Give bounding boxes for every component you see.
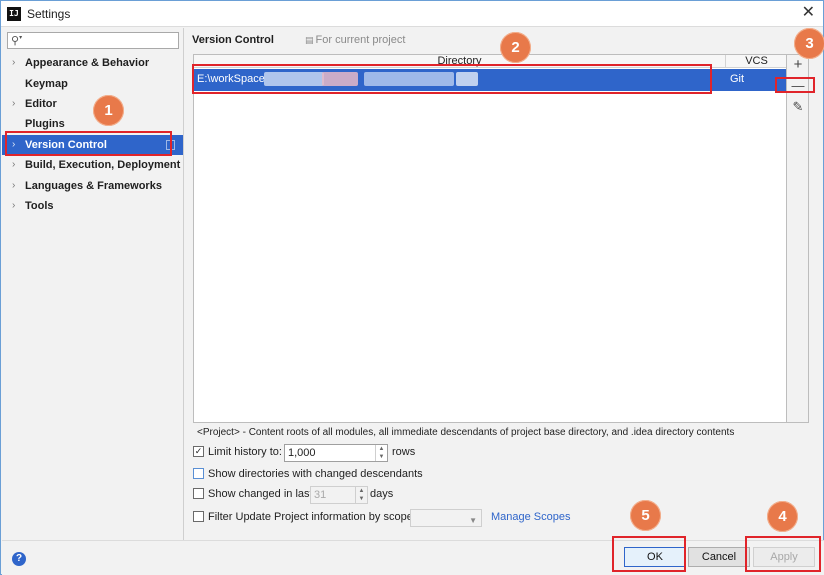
filter-update-option: Filter Update Project information by sco… (193, 509, 593, 527)
step-badge-2: 2 (500, 32, 531, 63)
scope-note-text: For current project (315, 34, 406, 46)
chevron-right-icon[interactable]: › (12, 155, 15, 175)
history-limit-spinner[interactable]: ▲ ▼ (284, 444, 388, 462)
spinner-down-icon[interactable]: ▼ (376, 453, 387, 461)
show-changed-checkbox[interactable] (193, 488, 204, 499)
sidebar-item-label: Appearance & Behavior (25, 57, 150, 69)
changed-days-spinner[interactable]: ▲ ▼ (310, 486, 368, 504)
redacted-region (322, 72, 358, 86)
sidebar-item-languages-frameworks[interactable]: › Languages & Frameworks (2, 176, 183, 196)
table-toolbar: + — ✎ (787, 54, 809, 423)
search-box[interactable]: ⚲▾ (7, 32, 179, 49)
column-header-directory[interactable]: Directory (194, 55, 726, 68)
scope-dropdown[interactable]: ▼ (410, 509, 482, 527)
step-badge-5: 5 (630, 500, 661, 531)
chevron-right-icon[interactable]: › (12, 196, 15, 216)
vcs-mappings-table[interactable]: Directory VCS E:\workSpace Git (193, 54, 787, 423)
redacted-region (456, 72, 478, 86)
step-badge-1: 1 (93, 95, 124, 126)
days-suffix: days (370, 488, 394, 500)
filter-update-label: Filter Update Project information by sco… (208, 511, 413, 523)
limit-history-label: Limit history to: (208, 446, 282, 458)
chevron-right-icon[interactable]: › (12, 94, 15, 114)
search-input[interactable] (28, 34, 176, 47)
sidebar-item-tools[interactable]: › Tools (2, 196, 183, 216)
step-badge-4: 4 (767, 501, 798, 532)
sidebar-item-appearance-behavior[interactable]: › Appearance & Behavior (2, 53, 183, 73)
directory-cell: E:\workSpace (197, 73, 265, 85)
sidebar-item-label: Editor (25, 98, 57, 110)
redacted-region (264, 72, 324, 86)
spinner-buttons[interactable]: ▲ ▼ (355, 487, 367, 503)
search-icon: ⚲▾ (11, 35, 23, 47)
table-header: Directory VCS (194, 55, 786, 68)
intellij-app-icon: IJ (7, 7, 21, 21)
spinner-up-icon[interactable]: ▲ (376, 445, 387, 453)
chevron-right-icon[interactable]: › (12, 53, 15, 73)
spinner-up-icon[interactable]: ▲ (356, 487, 367, 495)
project-scope-icon (166, 140, 175, 150)
window-title: Settings (27, 7, 71, 21)
column-header-vcs[interactable]: VCS (727, 55, 786, 68)
sidebar-item-label: Languages & Frameworks (25, 180, 162, 192)
show-changed-option: Show changed in last ▲ ▼ days (193, 486, 413, 504)
chevron-down-icon[interactable]: ▼ (469, 513, 477, 529)
ok-button[interactable]: OK (624, 547, 686, 567)
chevron-right-icon[interactable]: › (12, 135, 15, 155)
show-changed-label: Show changed in last (208, 488, 313, 500)
sidebar-item-label: Build, Execution, Deployment (25, 159, 181, 171)
filter-update-checkbox[interactable] (193, 511, 204, 522)
settings-content: Version Control ▤ For current project Dir… (185, 28, 823, 540)
spinner-down-icon[interactable]: ▼ (356, 495, 367, 503)
dialog-footer: ? OK Cancel Apply (2, 540, 824, 575)
page-title: Version Control (192, 34, 274, 46)
sidebar-item-version-control[interactable]: › Version Control (2, 135, 183, 155)
apply-button[interactable]: Apply (753, 547, 815, 567)
limit-history-option: ✓ Limit history to: ▲ ▼ rows (193, 444, 433, 462)
sidebar-item-build-execution-deployment[interactable]: › Build, Execution, Deployment (2, 155, 183, 175)
vcs-cell: Git (730, 73, 745, 85)
show-directories-option: Show directories with changed descendant… (193, 466, 453, 482)
rows-suffix: rows (392, 446, 416, 458)
redacted-region (364, 72, 454, 86)
limit-history-checkbox[interactable]: ✓ (193, 446, 204, 457)
sidebar-item-label: Keymap (25, 78, 68, 90)
remove-icon[interactable]: — (787, 76, 809, 96)
settings-window: IJ Settings ✕ ⚲▾ › Appearance & Behavior… (0, 0, 824, 575)
sidebar-item-keymap[interactable]: Keymap (2, 74, 183, 94)
show-directories-label: Show directories with changed descendant… (208, 468, 423, 480)
close-icon[interactable]: ✕ (802, 4, 815, 22)
show-directories-checkbox[interactable] (193, 468, 204, 479)
history-limit-input[interactable] (288, 446, 374, 460)
changed-days-input[interactable] (314, 488, 354, 502)
scope-note: ▤ For current project (305, 34, 405, 46)
cancel-button[interactable]: Cancel (688, 547, 750, 567)
help-icon[interactable]: ? (12, 552, 26, 566)
sidebar-item-plugins[interactable]: Plugins (2, 114, 183, 134)
chevron-right-icon[interactable]: › (12, 176, 15, 196)
manage-scopes-link[interactable]: Manage Scopes (491, 509, 571, 525)
table-row[interactable]: E:\workSpace Git (194, 69, 786, 91)
sidebar-item-label: Version Control (25, 139, 107, 151)
project-roots-description: <Project> - Content roots of all modules… (197, 427, 735, 438)
title-bar: IJ Settings ✕ (1, 1, 823, 27)
edit-icon[interactable]: ✎ (787, 97, 809, 117)
spinner-buttons[interactable]: ▲ ▼ (375, 445, 387, 461)
sidebar-item-label: Tools (25, 200, 54, 212)
project-scope-icon: ▤ (305, 35, 314, 45)
step-badge-3: 3 (794, 28, 824, 59)
sidebar-item-label: Plugins (25, 118, 65, 130)
